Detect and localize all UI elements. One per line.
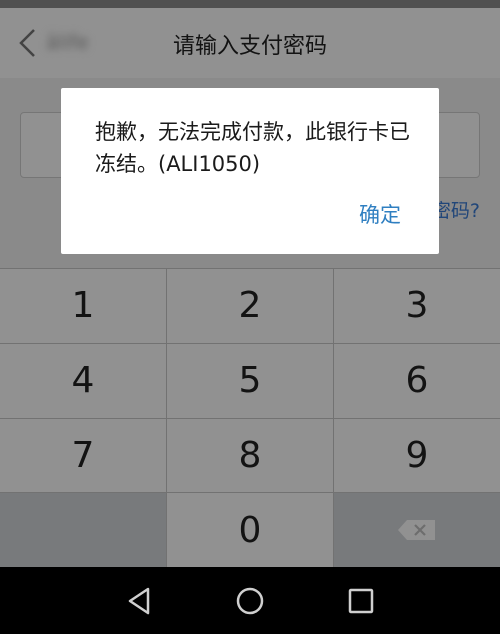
error-dialog: 抱歉，无法完成付款，此银行卡已冻结。(ALI1050) 确定 <box>61 88 439 254</box>
confirm-button[interactable]: 确定 <box>359 198 401 230</box>
status-bar <box>0 0 500 8</box>
home-circle-icon[interactable] <box>232 583 268 619</box>
dialog-message: 抱歉，无法完成付款，此银行卡已冻结。(ALI1050) <box>95 120 410 176</box>
system-nav-bar <box>0 567 500 634</box>
recents-square-icon[interactable] <box>343 583 379 619</box>
back-triangle-icon[interactable] <box>122 583 158 619</box>
